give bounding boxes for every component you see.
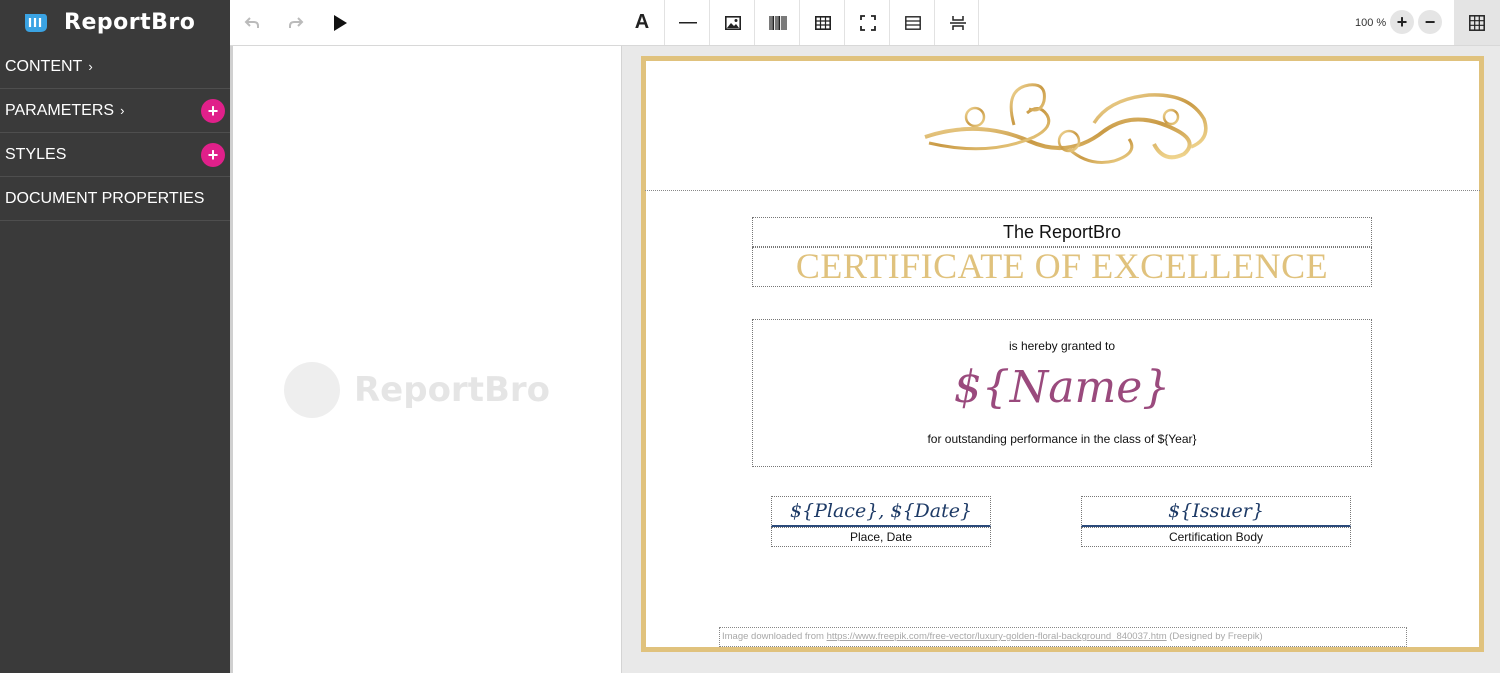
- place-date-label[interactable]: Place, Date: [771, 527, 991, 547]
- section-icon: [904, 15, 921, 30]
- issuer-field[interactable]: ${Issuer}: [1081, 496, 1351, 527]
- credit-prefix: Image downloaded from: [722, 631, 827, 642]
- sidebar: ReportBro CONTENT › PARAMETERS › + STYLES …: [0, 0, 230, 673]
- redo-button[interactable]: [284, 0, 308, 45]
- sidebar-item-styles[interactable]: STYLES +: [0, 133, 230, 177]
- line-icon: [678, 21, 697, 23]
- document-page[interactable]: The ReportBro CERTIFICATE OF EXCELLENCE …: [641, 56, 1484, 652]
- zoom-out-button[interactable]: −: [1418, 10, 1442, 34]
- add-text-button[interactable]: A: [620, 0, 664, 45]
- preview-button[interactable]: [328, 0, 352, 45]
- add-page-break-button[interactable]: [934, 0, 979, 45]
- table-icon: [814, 15, 831, 30]
- sidebar-item-label: CONTENT: [5, 57, 83, 75]
- add-line-button[interactable]: [664, 0, 709, 45]
- granted-text[interactable]: is hereby granted to: [753, 339, 1371, 353]
- sidebar-item-label: STYLES: [5, 145, 67, 163]
- name-placeholder-text[interactable]: ${Name}: [753, 362, 1371, 413]
- zoom-level: 100 %: [1355, 17, 1387, 29]
- sidebar-item-document-properties[interactable]: DOCUMENT PROPERTIES: [0, 177, 230, 221]
- undo-button[interactable]: [240, 0, 264, 45]
- chevron-right-icon: ›: [120, 103, 125, 118]
- play-icon: [334, 14, 347, 31]
- add-style-button[interactable]: +: [201, 142, 225, 167]
- sidebar-item-label: DOCUMENT PROPERTIES: [5, 189, 205, 207]
- page-break-icon: [949, 15, 966, 30]
- watermark: ReportBro: [284, 362, 550, 418]
- sidebar-item-parameters[interactable]: PARAMETERS › +: [0, 89, 230, 133]
- app-name: ReportBro: [64, 10, 196, 35]
- gold-flourish-ornament: [924, 83, 1208, 164]
- add-section-button[interactable]: [889, 0, 934, 45]
- credit-suffix: (Designed by Freepik): [1166, 631, 1263, 642]
- sidebar-divider: [230, 46, 233, 673]
- title-line-text[interactable]: The ReportBro: [752, 217, 1372, 247]
- frame-icon: [859, 14, 876, 31]
- recipient-frame[interactable]: is hereby granted to ${Name} for outstan…: [752, 319, 1372, 467]
- place-date-field[interactable]: ${Place}, ${Date}: [771, 496, 991, 527]
- performance-text[interactable]: for outstanding performance in the class…: [753, 432, 1371, 446]
- certificate-title-text[interactable]: CERTIFICATE OF EXCELLENCE: [752, 247, 1372, 287]
- add-parameter-button[interactable]: +: [201, 98, 225, 123]
- toolbar: A 100 % + −: [230, 0, 1500, 46]
- page-header-separator: [645, 190, 1480, 191]
- watermark-text: ReportBro: [354, 370, 550, 410]
- sidebar-item-label: PARAMETERS: [5, 101, 115, 119]
- image-icon: [724, 15, 741, 30]
- image-credit-text[interactable]: Image downloaded from https://www.freepi…: [719, 627, 1407, 647]
- undo-icon: [244, 16, 259, 28]
- add-image-button[interactable]: [709, 0, 754, 45]
- toggle-grid-button[interactable]: [1454, 0, 1500, 45]
- logo: ReportBro: [0, 0, 230, 45]
- issuer-label[interactable]: Certification Body: [1081, 527, 1351, 547]
- grid-icon: [1469, 14, 1485, 31]
- add-frame-button[interactable]: [844, 0, 889, 45]
- reportbro-logo-icon: [284, 362, 340, 418]
- barcode-icon: [768, 15, 787, 30]
- zoom-in-button[interactable]: +: [1390, 10, 1414, 34]
- chevron-right-icon: ›: [88, 59, 93, 74]
- add-table-button[interactable]: [799, 0, 844, 45]
- credit-link[interactable]: https://www.freepik.com/free-vector/luxu…: [827, 631, 1167, 642]
- sidebar-item-content[interactable]: CONTENT ›: [0, 45, 230, 89]
- add-barcode-button[interactable]: [754, 0, 799, 45]
- redo-icon: [289, 16, 304, 28]
- reportbro-logo-icon: [25, 13, 47, 32]
